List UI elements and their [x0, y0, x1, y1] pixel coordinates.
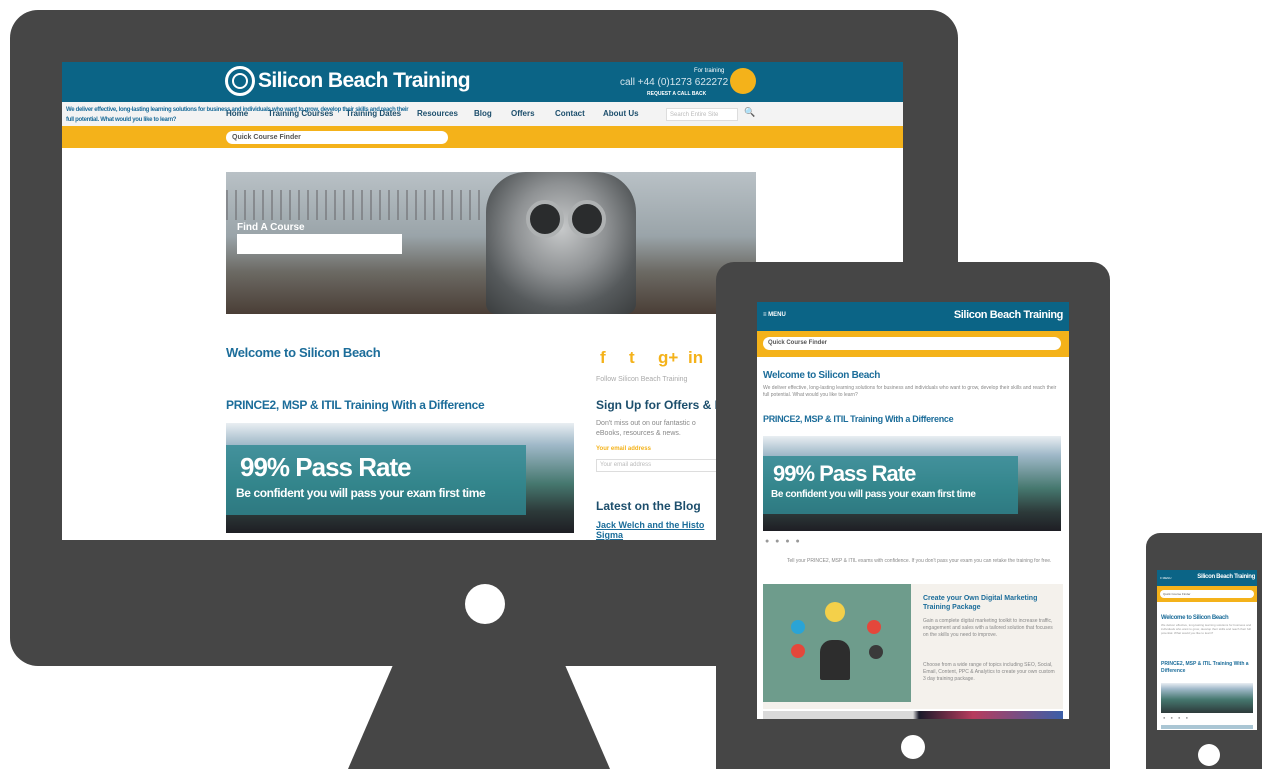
tablet-card-text: Gain a complete digital marketing toolki… [923, 618, 1053, 638]
monitor-stand [348, 660, 610, 769]
google-plus-icon[interactable]: g+ [658, 348, 678, 368]
site-logo-text[interactable]: Silicon Beach Training [258, 69, 471, 93]
pass-rate-banner[interactable]: 99% Pass Rate Be confident you will pass… [226, 423, 574, 533]
binocular-viewer-image [486, 172, 636, 314]
linkedin-icon[interactable]: in [688, 348, 703, 368]
lightbulb-icon [825, 602, 845, 622]
blog-post-link[interactable]: Jack Welch and the Histo Sigma [596, 520, 726, 540]
twitter-icon[interactable]: t [629, 348, 635, 368]
hero-image: Find A Course [226, 172, 756, 314]
tablet-card-heading[interactable]: Create your Own Digital Marketing Traini… [923, 594, 1058, 612]
nav-about-us[interactable]: About Us [603, 109, 639, 118]
header-bar [62, 62, 903, 102]
tablet-bottom-images [763, 711, 1063, 719]
tablet-prince-heading: PRINCE2, MSP & ITIL Training With a Diff… [763, 414, 954, 424]
phone-welcome-text: We deliver effective, long-lasting learn… [1161, 623, 1252, 635]
welcome-heading: Welcome to Silicon Beach [226, 345, 381, 360]
facebook-icon[interactable]: f [600, 348, 606, 368]
nav-blog[interactable]: Blog [474, 109, 492, 118]
prince-heading: PRINCE2, MSP & ITIL Training With a Diff… [226, 398, 485, 412]
call-caption: For training [694, 68, 725, 74]
find-course-label: Find A Course [237, 222, 305, 233]
monitor-logo-dot [465, 584, 505, 624]
phone-number[interactable]: call +44 (0)1273 622272 [620, 77, 728, 88]
logo-icon-inner [232, 73, 248, 89]
social-icon [791, 644, 805, 658]
clock-icon [791, 620, 805, 634]
binocular-lens-right [568, 200, 606, 238]
course-finder-bar [62, 126, 903, 148]
nav-resources[interactable]: Resources [417, 109, 458, 118]
signup-heading: Sign Up for Offers & N [596, 398, 724, 412]
find-course-input[interactable] [237, 234, 402, 254]
tablet-pass-rate-subtitle: Be confident you will pass your exam fir… [771, 489, 976, 500]
blog-heading: Latest on the Blog [596, 499, 701, 513]
tablet-card-text-2: Choose from a wide range of topics inclu… [923, 662, 1055, 682]
screen-icon [869, 645, 883, 659]
pass-rate-headline: 99% Pass Rate [240, 452, 412, 482]
video-icon [867, 620, 881, 634]
email-label: Your email address [596, 446, 651, 452]
person-at-desk-image [820, 640, 850, 680]
pass-rate-subtitle: Be confident you will pass your exam fir… [236, 486, 486, 500]
tablet-pass-rate-banner[interactable]: 99% Pass Rate Be confident you will pass… [763, 436, 1061, 531]
request-callback-link[interactable]: REQUEST A CALL BACK [647, 91, 706, 97]
phone-quick-finder-input[interactable]: Quick Course Finder [1160, 590, 1254, 598]
phone-pass-rate-banner[interactable] [1161, 683, 1253, 713]
lightbulb-icon [730, 68, 756, 94]
tablet-screen: ≡ MENU Silicon Beach Training Quick Cour… [757, 302, 1069, 719]
phone-slider-dots[interactable]: ● ● ● ● [1163, 715, 1190, 720]
site-search-input[interactable]: Search Entire Site [666, 108, 738, 121]
signup-text: Don't miss out on our fantastic o eBooks… [596, 420, 696, 437]
search-icon[interactable]: 🔍 [744, 107, 755, 118]
nav-offers[interactable]: Offers [511, 109, 535, 118]
tablet-home-button [901, 735, 925, 759]
tablet-slider-dots[interactable]: ● ● ● ● [765, 538, 802, 545]
phone-screen: ≡ MENU Silicon Beach Training Quick Cour… [1157, 570, 1257, 730]
pier-image [226, 190, 486, 220]
phone-welcome-heading: Welcome to Silicon Beach [1161, 615, 1229, 621]
tablet-quick-finder-input[interactable]: Quick Course Finder [763, 337, 1061, 350]
phone-prince-heading: PRINCE2, MSP & ITIL Training With a Diff… [1161, 661, 1249, 674]
quick-course-finder-input[interactable]: Quick Course Finder [226, 131, 448, 144]
tablet-logo-text[interactable]: Silicon Beach Training [954, 309, 1064, 321]
tablet-pass-rate-headline: 99% Pass Rate [773, 461, 916, 486]
tablet-welcome-heading: Welcome to Silicon Beach [763, 370, 881, 381]
welcome-text: We deliver effective, long-lasting learn… [66, 107, 409, 123]
nav-contact[interactable]: Contact [555, 109, 585, 118]
phone-home-button [1198, 744, 1220, 766]
tablet-welcome-text: We deliver effective, long-lasting learn… [763, 385, 1057, 398]
phone-menu-button[interactable]: ≡ MENU [1160, 576, 1171, 580]
tablet-pass-text: Tell your PRINCE2, MSP & ITIL exams with… [787, 558, 1052, 564]
tablet-menu-button[interactable]: ≡ MENU [763, 312, 786, 318]
follow-text: Follow Silicon Beach Training [596, 376, 688, 383]
email-input[interactable]: Your email address [596, 459, 726, 472]
phone-bottom-strip [1161, 725, 1253, 729]
binocular-lens-left [526, 200, 564, 238]
phone-logo-text[interactable]: Silicon Beach Training [1197, 574, 1255, 580]
